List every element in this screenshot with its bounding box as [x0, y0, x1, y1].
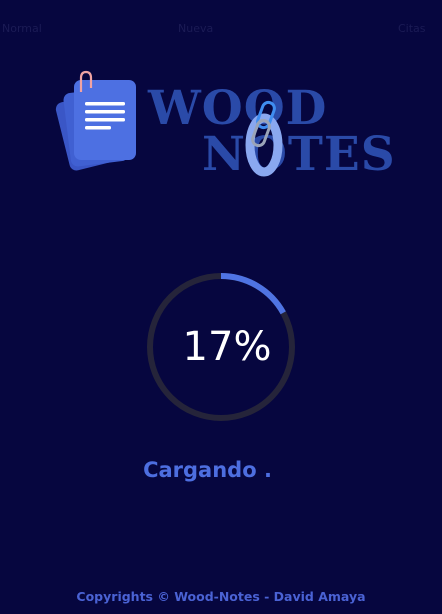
brand-notes-text: NOTES	[202, 127, 392, 182]
progress-percent: 17%	[182, 324, 272, 370]
wood-notes-logo: WOOD NOTES	[52, 68, 395, 183]
faded-header-text-right: Citas	[398, 22, 426, 35]
progress-ring: 17%	[146, 272, 296, 422]
logo-graphic: WOOD NOTES	[55, 70, 395, 182]
document-stack-icon	[55, 70, 136, 171]
faded-header-strip: Normal Nueva Citas	[0, 0, 442, 40]
faded-header-text-left: Normal	[2, 22, 42, 35]
copyright-footer: Copyrights © Wood-Notes - David Amaya	[76, 589, 366, 604]
loading-status-text: Cargando .	[143, 458, 272, 482]
faded-header-text-center: Nueva	[178, 22, 214, 35]
